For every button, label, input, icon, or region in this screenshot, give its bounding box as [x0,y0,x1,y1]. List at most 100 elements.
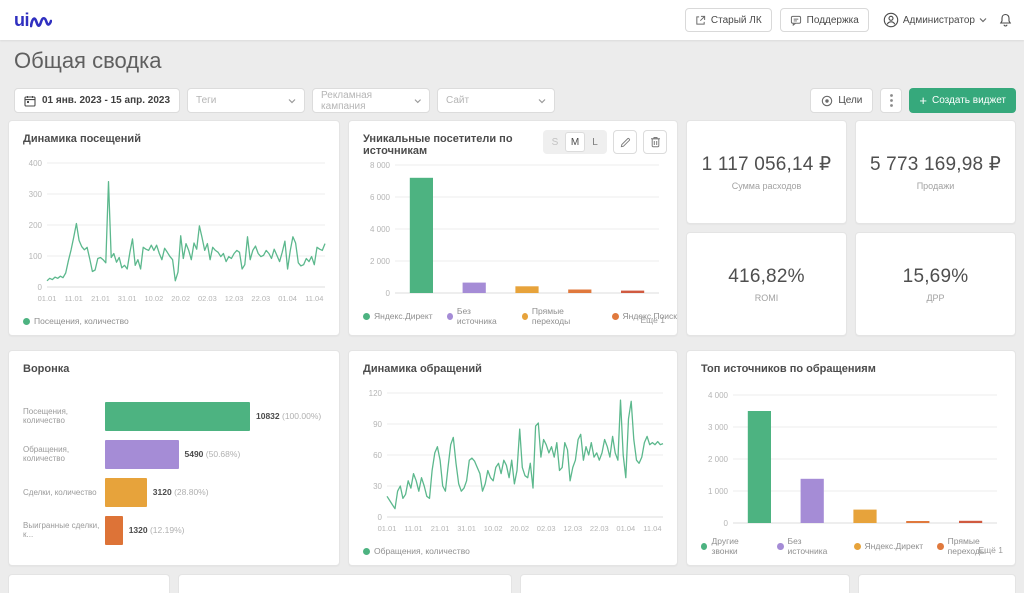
svg-text:01.01: 01.01 [378,524,397,533]
svg-text:200: 200 [29,221,43,230]
pencil-icon [620,137,631,148]
svg-text:2 000: 2 000 [370,257,391,266]
funnel-bar[interactable] [105,440,179,469]
legend-item[interactable]: Другие звонки [701,536,763,556]
tags-select[interactable]: Теги [187,88,305,113]
campaign-select[interactable]: Рекламная кампания [312,88,430,113]
svg-text:1 000: 1 000 [708,487,729,496]
svg-text:12.03: 12.03 [563,524,582,533]
svg-text:100: 100 [29,252,43,261]
bar[interactable] [515,286,538,293]
appeals-line-chart: 030609012001.0111.0121.0131.0110.0220.02… [357,385,671,537]
legend-item[interactable]: Прямые переходы [937,536,1015,556]
unique-visitors-bar-chart: 02 0004 0006 0008 000 [357,155,671,307]
tags-placeholder: Теги [196,95,216,106]
legend-label: Без источника [788,536,840,556]
top-bar: ui Старый ЛК Поддержка [0,0,1024,40]
edit-widget-button[interactable] [613,130,637,154]
legend-label: Обращения, количество [374,546,470,556]
site-select[interactable]: Сайт [437,88,555,113]
bar[interactable] [410,178,433,293]
legend-item[interactable]: Обращения, количество [363,546,470,556]
svg-text:0: 0 [38,283,43,292]
kpi-value: 15,69% [903,266,969,288]
legend-label: Яндекс.Директ [374,311,433,321]
widget-unique-visitors: Уникальные посетители по источникам S M … [348,120,678,336]
size-option-m[interactable]: M [565,132,585,152]
widget-stub [520,574,850,593]
funnel-row-label: Выигранные сделки, к... [23,521,105,539]
bar[interactable] [748,411,771,523]
bar[interactable] [906,521,929,523]
widget-stub [178,574,512,593]
funnel-chart: Посещения, количество 10832 (100.00%) Об… [23,397,329,549]
date-range-picker[interactable]: 01 янв. 2023 - 15 апр. 2023 [14,88,180,113]
funnel-row-label: Посещения, количество [23,407,105,425]
legend-more-label[interactable]: Ещё 1 [641,315,665,325]
legend-item[interactable]: Прямые переходы [522,306,598,326]
bar[interactable] [959,521,982,523]
kpi-value: 416,82% [728,266,804,288]
svg-text:90: 90 [373,420,382,429]
logo-text: ui [14,11,29,29]
legend-label: Яндекс.Директ [865,541,924,551]
funnel-bar[interactable] [105,402,250,431]
user-icon [883,12,899,28]
legend-item[interactable]: Яндекс.Директ [363,311,433,321]
widget-funnel: Воронка Посещения, количество 10832 (100… [8,350,340,566]
widget-stub [8,574,170,593]
legend-more-label[interactable]: Ещё 1 [979,545,1003,555]
svg-text:300: 300 [29,190,43,199]
page-title: Общая сводка [14,48,161,74]
widget-toolbar: Цели + Создать виджет [810,88,1016,113]
funnel-bar[interactable] [105,516,123,545]
kpi-value: 1 117 056,14 ₽ [702,153,832,176]
legend-dot-icon [447,313,453,320]
legend-dot-icon [777,543,783,550]
legend-item[interactable]: Без источника [447,306,508,326]
bar[interactable] [463,283,486,293]
legend-label: Другие звонки [711,536,763,556]
size-option-l[interactable]: L [585,132,605,152]
svg-text:12.03: 12.03 [225,294,244,303]
bar[interactable] [621,291,644,293]
size-toggle-group: S M L [543,130,607,154]
create-widget-button[interactable]: + Создать виджет [909,88,1016,113]
legend-label: Посещения, количество [34,316,129,326]
funnel-row: Сделки, количество 3120 (28.80%) [23,473,329,511]
kpi-card-sales: 5 773 169,98 ₽ Продажи [855,120,1016,224]
legend-dot-icon [612,313,619,320]
svg-text:02.03: 02.03 [537,524,556,533]
user-menu[interactable]: Администратор [883,12,987,28]
line-chart-svg: 010020030040001.0111.0121.0131.0110.0220… [17,155,333,307]
bar[interactable] [801,479,824,523]
bar[interactable] [853,510,876,523]
legend-dot-icon [937,543,943,550]
bar[interactable] [568,290,591,294]
chevron-down-icon [288,98,296,104]
support-button[interactable]: Поддержка [780,8,869,32]
svg-text:02.03: 02.03 [198,294,217,303]
kpi-card-drr: 15,69% ДРР [855,232,1016,336]
uis-logo[interactable]: ui [14,11,52,29]
legend-dot-icon [701,543,707,550]
legend-item[interactable]: Без источника [777,536,839,556]
svg-text:21.01: 21.01 [431,524,450,533]
size-option-s[interactable]: S [545,132,565,152]
funnel-row: Посещения, количество 10832 (100.00%) [23,397,329,435]
more-options-kebab-icon[interactable] [880,88,902,113]
legend-item[interactable]: Посещения, количество [23,316,129,326]
legend-dot-icon [522,313,528,320]
funnel-bar[interactable] [105,478,147,507]
legend-item[interactable]: Яндекс.Директ [854,541,924,551]
widget-visits-dynamics: Динамика посещений 010020030040001.0111.… [8,120,340,336]
delete-widget-button[interactable] [643,130,667,154]
svg-text:10.02: 10.02 [145,294,164,303]
funnel-value: 10832 (100.00%) [256,411,321,421]
svg-text:2 000: 2 000 [708,455,729,464]
goals-button[interactable]: Цели [810,88,873,113]
notifications-bell-icon[interactable] [999,13,1012,27]
svg-text:30: 30 [373,482,382,491]
logo-wave-icon [30,14,52,28]
old-lk-button[interactable]: Старый ЛК [685,8,772,32]
